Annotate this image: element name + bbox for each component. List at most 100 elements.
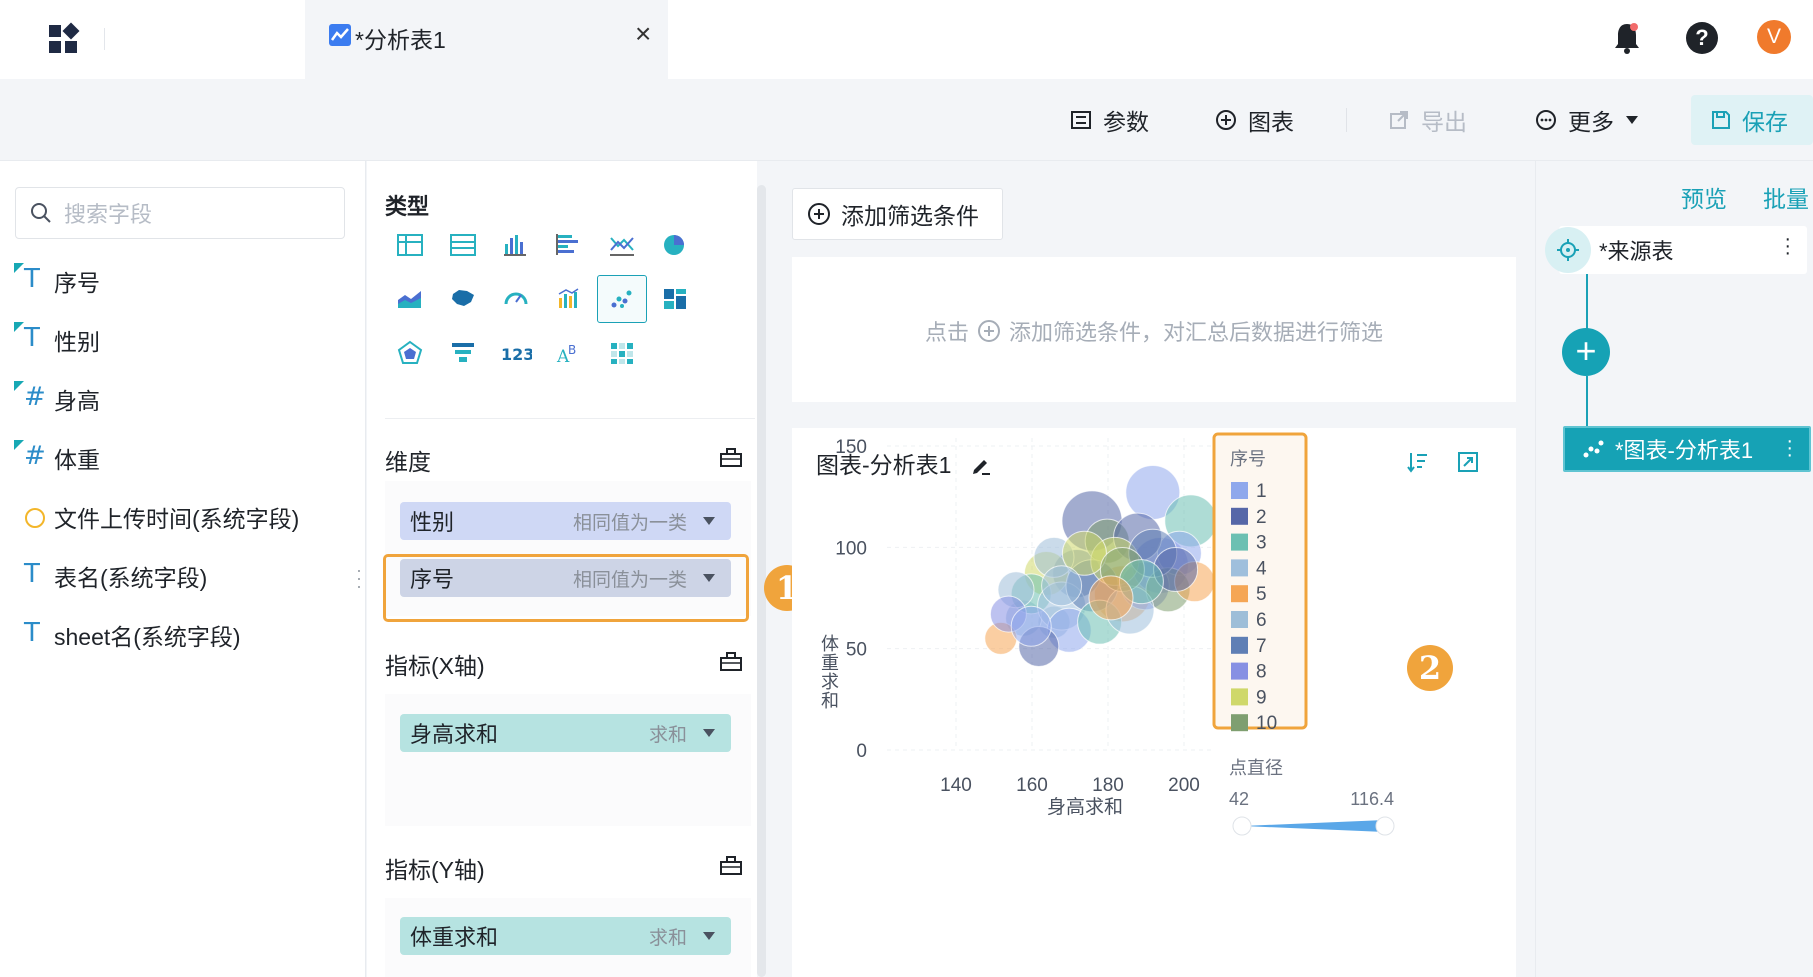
scatter-chart[interactable]: 0 50 100 150 140 160 180 200 身高求和 体重求和 序号 1 2 3 4 5 6 7 8… <box>792 428 1516 977</box>
legend-item-label[interactable]: 2 <box>1256 507 1267 528</box>
scatter-point[interactable] <box>1041 565 1083 607</box>
y-metric-tray[interactable]: 体重求和 求和 <box>385 898 751 977</box>
legend-swatch[interactable] <box>1231 636 1248 654</box>
chevron-down-icon[interactable] <box>703 932 715 940</box>
chip-mode: 求和 <box>648 724 687 746</box>
horizontal-bar-icon[interactable] <box>544 221 594 269</box>
funnel-chart-icon[interactable] <box>438 329 488 377</box>
x-metric-chip[interactable]: 身高求和 求和 <box>400 714 731 752</box>
legend-item-label[interactable]: 7 <box>1256 636 1267 657</box>
field-item[interactable]: T 性别 <box>14 320 100 360</box>
legend-title: 序号 <box>1230 449 1266 470</box>
save-button[interactable]: 保存 <box>1691 95 1813 145</box>
highlight-box-1 <box>383 554 749 622</box>
legend-item-label[interactable]: 4 <box>1256 558 1267 579</box>
radar-chart-icon[interactable] <box>385 329 435 377</box>
line-chart-icon <box>329 24 351 46</box>
crosstab-chart-icon[interactable] <box>438 221 488 269</box>
dimension-chip-gender[interactable]: 性别 相同值为一类 <box>400 502 731 540</box>
legend-item-label[interactable]: 6 <box>1256 610 1267 631</box>
field-item[interactable]: # 身高 <box>14 379 100 419</box>
kebab-icon[interactable]: · · · <box>1784 229 1791 263</box>
legend-swatch[interactable] <box>1231 585 1248 603</box>
table-chart-icon[interactable] <box>385 221 435 269</box>
y-metric-chip[interactable]: 体重求和 求和 <box>400 917 731 955</box>
scatter-point[interactable] <box>1088 575 1134 621</box>
field-item[interactable]: T 表名(系统字段) <box>14 556 207 596</box>
field-item[interactable]: # 体重 <box>14 438 100 478</box>
top-bar: *分析表1 × ? V <box>0 0 1813 79</box>
tab-analysis-table[interactable]: *分析表1 × <box>305 0 668 79</box>
legend-swatch[interactable] <box>1231 662 1248 680</box>
kebab-icon[interactable]: · · · <box>356 561 362 595</box>
toolbar: 参数 图表 导出 更多 保存 <box>0 79 1813 161</box>
filter-drop-area[interactable]: 点击 添加筛选条件，对汇总后数据进行筛选 <box>792 257 1516 402</box>
add-filter-button[interactable]: 添加筛选条件 <box>792 188 1003 240</box>
scatter-point[interactable] <box>1010 605 1052 647</box>
size-range-bar <box>1242 820 1385 832</box>
field-item[interactable]: T 序号 <box>14 261 100 301</box>
legend-swatch[interactable] <box>1231 714 1248 732</box>
search-input[interactable]: 搜索字段 <box>15 187 345 239</box>
add-step-button[interactable]: + <box>1562 328 1610 376</box>
heatmap-chart-icon[interactable] <box>597 329 647 377</box>
plus-circle-icon <box>808 203 830 225</box>
size-max-label: 116.4 <box>1350 789 1394 809</box>
word-cloud-icon[interactable]: AB <box>544 329 594 377</box>
size-slider-handle-max[interactable] <box>1375 816 1395 836</box>
bell-icon[interactable] <box>1612 20 1642 56</box>
dashboard-chart-icon[interactable] <box>650 275 700 323</box>
app-grid-icon[interactable] <box>46 22 82 58</box>
size-legend-title: 点直径 <box>1229 758 1283 779</box>
legend-swatch[interactable] <box>1231 507 1248 525</box>
chevron-down-icon[interactable] <box>703 517 715 525</box>
field-label: sheet名(系统字段) <box>54 624 241 650</box>
pie-chart-icon[interactable] <box>650 221 700 269</box>
field-item[interactable]: T sheet名(系统字段) <box>14 615 241 655</box>
y-axis-label: 和 <box>821 691 839 712</box>
add-chart-button[interactable]: 图表 <box>1214 103 1294 137</box>
legend-swatch[interactable] <box>1231 559 1248 577</box>
toolbar-separator <box>1346 108 1347 132</box>
close-tab-icon[interactable]: × <box>635 20 651 48</box>
scatter-chart-icon[interactable] <box>597 275 647 323</box>
legend-item-label[interactable]: 3 <box>1256 533 1267 554</box>
map-chart-icon[interactable] <box>438 275 488 323</box>
source-table-node[interactable]: *来源表 · · · <box>1545 226 1807 274</box>
legend-swatch[interactable] <box>1231 688 1248 706</box>
legend-swatch[interactable] <box>1231 533 1248 551</box>
export-button[interactable]: 导出 <box>1387 103 1467 137</box>
gauge-chart-icon[interactable] <box>491 275 541 323</box>
combo-chart-icon[interactable] <box>544 275 594 323</box>
line-chart-type-icon[interactable] <box>597 221 647 269</box>
chip-label: 身高求和 <box>410 722 499 747</box>
chart-label: 图表 <box>1248 109 1294 135</box>
legend-item-label[interactable]: 5 <box>1256 584 1267 605</box>
chart-step-node[interactable]: *图表-分析表1 · · · <box>1563 426 1811 472</box>
field-item[interactable]: 文件上传时间(系统字段) <box>14 497 299 537</box>
bar-chart-icon[interactable] <box>491 221 541 269</box>
legend-swatch[interactable] <box>1231 482 1248 499</box>
params-button[interactable]: 参数 <box>1069 103 1149 137</box>
toolbox-icon[interactable] <box>719 446 743 468</box>
y-tick-label: 100 <box>835 538 867 559</box>
toolbox-icon[interactable] <box>719 854 743 876</box>
kpi-number-icon[interactable]: 123 <box>491 329 541 377</box>
legend-swatch[interactable] <box>1231 611 1248 628</box>
kebab-icon[interactable]: · · · <box>1786 431 1793 465</box>
toolbox-icon[interactable] <box>719 650 743 672</box>
preview-link[interactable]: 预览 <box>1681 180 1727 214</box>
help-icon[interactable]: ? <box>1686 22 1718 54</box>
more-button[interactable]: 更多 <box>1534 103 1638 137</box>
text-field-icon: T <box>14 263 50 299</box>
legend-item-label[interactable]: 8 <box>1256 662 1267 683</box>
x-metric-tray[interactable]: 身高求和 求和 <box>385 694 751 826</box>
batch-link[interactable]: 批量 <box>1763 180 1809 214</box>
legend-item-label[interactable]: 10 <box>1256 713 1277 734</box>
avatar[interactable]: V <box>1757 20 1791 54</box>
chevron-down-icon[interactable] <box>703 729 715 737</box>
size-slider-handle-min[interactable] <box>1232 816 1252 836</box>
legend-item-label[interactable]: 1 <box>1256 481 1267 502</box>
area-chart-icon[interactable] <box>385 275 435 323</box>
legend-item-label[interactable]: 9 <box>1256 687 1267 708</box>
